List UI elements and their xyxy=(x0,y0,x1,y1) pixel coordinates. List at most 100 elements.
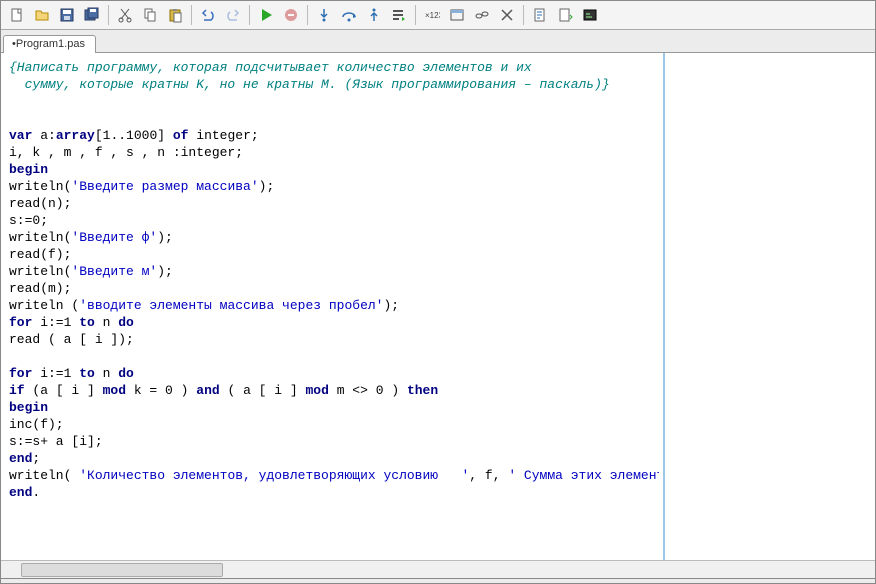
code-editor[interactable]: {Написать программу, которая подсчитывае… xyxy=(1,53,659,560)
txt: ) xyxy=(173,383,196,398)
scroll-thumb[interactable] xyxy=(21,563,223,577)
status-bar xyxy=(1,578,875,583)
kw: to xyxy=(71,315,94,330)
editor-area: {Написать программу, которая подсчитывае… xyxy=(1,53,875,560)
txt: writeln( xyxy=(9,179,71,194)
str: 'Введите ф' xyxy=(71,230,157,245)
num: 1..1000 xyxy=(103,128,158,143)
kw: begin xyxy=(9,162,48,177)
txt: writeln( xyxy=(9,264,71,279)
paste-icon[interactable] xyxy=(163,3,187,27)
txt: integer; xyxy=(188,128,258,143)
txt: inc(f); xyxy=(9,417,64,432)
txt: read(m); xyxy=(9,281,71,296)
txt: s:= xyxy=(9,213,32,228)
kw: mod xyxy=(103,383,126,398)
separator xyxy=(307,5,308,25)
compile-icon[interactable] xyxy=(528,3,552,27)
txt: n xyxy=(95,315,118,330)
kw: then xyxy=(407,383,438,398)
kw: array xyxy=(56,128,95,143)
num: 0 xyxy=(165,383,173,398)
txt: ( a [ i ] xyxy=(220,383,306,398)
txt: ] xyxy=(157,128,173,143)
txt: ) xyxy=(384,383,407,398)
kw: mod xyxy=(306,383,329,398)
txt: i, k , m , f , s , n :integer; xyxy=(9,145,243,160)
str: ' Сумма этих элементов ' xyxy=(508,468,659,483)
kw: for xyxy=(9,366,32,381)
run-icon[interactable] xyxy=(254,3,278,27)
copy-icon[interactable] xyxy=(138,3,162,27)
txt: read(n); xyxy=(9,196,71,211)
kw: end xyxy=(9,451,32,466)
tab-program1[interactable]: •Program1.pas xyxy=(3,35,96,53)
comment-line: сумму, которые кратны K, но не кратны M.… xyxy=(9,77,610,92)
str: 'Введите м' xyxy=(71,264,157,279)
str: 'Количество элементов, удовлетворяющих у… xyxy=(79,468,469,483)
num: 0 xyxy=(376,383,384,398)
txt: writeln( xyxy=(9,230,71,245)
str: 'Введите размер массива' xyxy=(71,179,258,194)
toggle-window-icon[interactable] xyxy=(445,3,469,27)
undo-icon[interactable] xyxy=(196,3,220,27)
save-icon[interactable] xyxy=(55,3,79,27)
kw: of xyxy=(173,128,189,143)
kw: do xyxy=(118,315,134,330)
separator xyxy=(249,5,250,25)
separator xyxy=(191,5,192,25)
txt: ); xyxy=(383,298,399,313)
txt: . xyxy=(32,485,40,500)
txt: ); xyxy=(157,230,173,245)
svg-text:×123: ×123 xyxy=(425,11,440,20)
redo-icon[interactable] xyxy=(221,3,245,27)
cut-icon[interactable] xyxy=(113,3,137,27)
txt: i:= xyxy=(32,366,63,381)
separator xyxy=(108,5,109,25)
str: 'вводите элементы массива через пробел' xyxy=(79,298,383,313)
separator xyxy=(523,5,524,25)
kw: to xyxy=(71,366,94,381)
run-to-cursor-icon[interactable] xyxy=(387,3,411,27)
open-icon[interactable] xyxy=(30,3,54,27)
stop-icon[interactable] xyxy=(279,3,303,27)
delete-icon[interactable] xyxy=(495,3,519,27)
kw: begin xyxy=(9,400,48,415)
kw: do xyxy=(118,366,134,381)
build-icon[interactable] xyxy=(553,3,577,27)
ide-window: ×123 •Program1.pas {Написать программу, … xyxy=(0,0,876,584)
txt: i:= xyxy=(32,315,63,330)
txt: ; xyxy=(40,213,48,228)
separator xyxy=(415,5,416,25)
save-all-icon[interactable] xyxy=(80,3,104,27)
toolbar: ×123 xyxy=(1,1,875,30)
add-watch-icon[interactable]: ×123 xyxy=(420,3,444,27)
txt: read ( a [ i ]); xyxy=(9,332,134,347)
kw: and xyxy=(196,383,219,398)
kw: end xyxy=(9,485,32,500)
txt: ); xyxy=(259,179,275,194)
txt: , f, xyxy=(469,468,508,483)
txt: writeln( xyxy=(9,468,79,483)
txt: m <> xyxy=(329,383,376,398)
kw: if xyxy=(9,383,25,398)
txt: ; xyxy=(32,451,40,466)
txt: writeln ( xyxy=(9,298,79,313)
kw: for xyxy=(9,315,32,330)
editor-right-blank xyxy=(665,53,875,560)
comment-line: {Написать программу, которая подсчитывае… xyxy=(9,60,532,75)
txt: a: xyxy=(32,128,55,143)
output-icon[interactable] xyxy=(578,3,602,27)
txt: read(f); xyxy=(9,247,71,262)
txt: (a [ i ] xyxy=(25,383,103,398)
txt: k = xyxy=(126,383,165,398)
kw: var xyxy=(9,128,32,143)
txt: s:=s+ a [i]; xyxy=(9,434,103,449)
step-out-icon[interactable] xyxy=(362,3,386,27)
txt: n xyxy=(95,366,118,381)
link-icon[interactable] xyxy=(470,3,494,27)
horizontal-scrollbar[interactable] xyxy=(1,560,875,578)
new-icon[interactable] xyxy=(5,3,29,27)
step-into-icon[interactable] xyxy=(312,3,336,27)
step-over-icon[interactable] xyxy=(337,3,361,27)
